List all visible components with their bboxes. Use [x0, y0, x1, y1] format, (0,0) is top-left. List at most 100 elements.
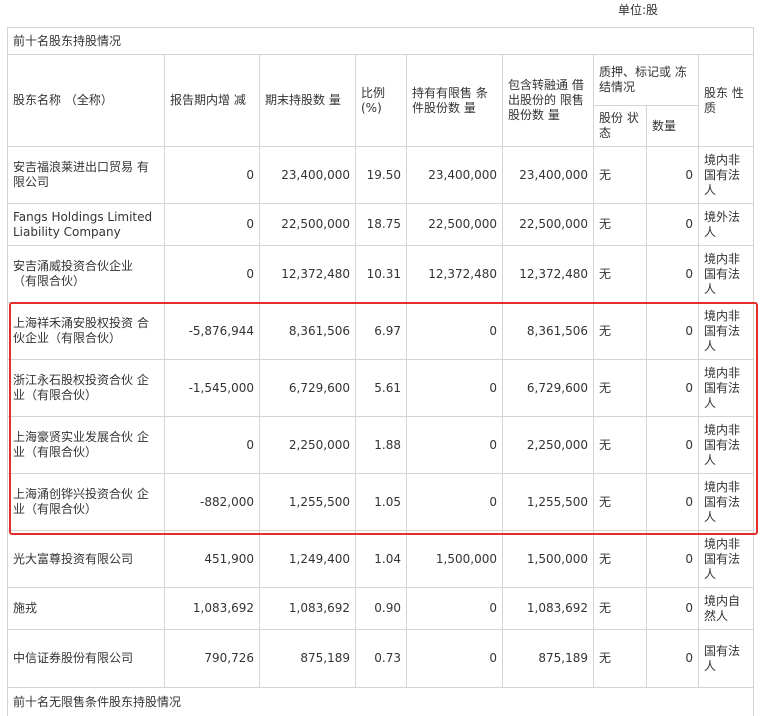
cell-lending: 1,255,500: [503, 474, 594, 531]
header-nature: 股东 性质: [699, 55, 754, 147]
cell-nature: 境内自然人: [699, 588, 754, 630]
cell-end-shares: 2,250,000: [260, 417, 356, 474]
cell-change: 790,726: [165, 630, 260, 688]
cell-qty: 0: [647, 588, 699, 630]
cell-end-shares: 1,255,500: [260, 474, 356, 531]
cell-ratio: 18.75: [356, 204, 407, 246]
cell-end-shares: 12,372,480: [260, 246, 356, 303]
cell-status: 无: [594, 204, 647, 246]
table-body: 安吉福浪莱进出口贸易 有限公司023,400,00019.5023,400,00…: [8, 147, 754, 688]
cell-ratio: 10.31: [356, 246, 407, 303]
cell-nature: 境内非国有法人: [699, 360, 754, 417]
cell-restricted: 22,500,000: [407, 204, 503, 246]
cell-status: 无: [594, 531, 647, 588]
cell-status: 无: [594, 360, 647, 417]
cell-lending: 1,083,692: [503, 588, 594, 630]
cell-nature: 境内非国有法人: [699, 246, 754, 303]
cell-nature: 境内非国有法人: [699, 417, 754, 474]
cell-name: 安吉福浪莱进出口贸易 有限公司: [8, 147, 165, 204]
cell-nature: 境外法人: [699, 204, 754, 246]
cell-nature: 境内非国有法人: [699, 147, 754, 204]
header-ratio: 比例 (%): [356, 55, 407, 147]
header-restricted: 持有有限售 条件股份数 量: [407, 55, 503, 147]
table-row: Fangs Holdings Limited Liability Company…: [8, 204, 754, 246]
cell-nature: 境内非国有法人: [699, 303, 754, 360]
table-row: 中信证券股份有限公司790,726875,1890.730875,189无0国有…: [8, 630, 754, 688]
cell-name: Fangs Holdings Limited Liability Company: [8, 204, 165, 246]
cell-lending: 6,729,600: [503, 360, 594, 417]
cell-name: 施戎: [8, 588, 165, 630]
table-row: 光大富尊投资有限公司451,9001,249,4001.041,500,0001…: [8, 531, 754, 588]
header-pledge-status: 股份 状态: [594, 106, 647, 147]
cell-nature: 国有法人: [699, 630, 754, 688]
cell-qty: 0: [647, 204, 699, 246]
cell-lending: 875,189: [503, 630, 594, 688]
table-row: 上海豪贤实业发展合伙 企业（有限合伙）02,250,0001.8802,250,…: [8, 417, 754, 474]
header-lending: 包含转融通 借出股份的 限售股份数 量: [503, 55, 594, 147]
cell-ratio: 0.90: [356, 588, 407, 630]
cell-restricted: 0: [407, 303, 503, 360]
cell-qty: 0: [647, 630, 699, 688]
cell-qty: 0: [647, 417, 699, 474]
cell-ratio: 5.61: [356, 360, 407, 417]
cell-nature: 境内非国有法人: [699, 531, 754, 588]
cell-change: 0: [165, 204, 260, 246]
table-row: 安吉福浪莱进出口贸易 有限公司023,400,00019.5023,400,00…: [8, 147, 754, 204]
cell-name: 上海涌创铧兴投资合伙 企业（有限合伙）: [8, 474, 165, 531]
cell-restricted: 0: [407, 417, 503, 474]
table-row: 上海祥禾涌安股权投资 合伙企业（有限合伙）-5,876,9448,361,506…: [8, 303, 754, 360]
cell-lending: 23,400,000: [503, 147, 594, 204]
cell-restricted: 23,400,000: [407, 147, 503, 204]
cell-qty: 0: [647, 303, 699, 360]
cell-change: -882,000: [165, 474, 260, 531]
cell-status: 无: [594, 147, 647, 204]
cell-change: 1,083,692: [165, 588, 260, 630]
cell-qty: 0: [647, 474, 699, 531]
cell-change: -1,545,000: [165, 360, 260, 417]
header-end-shares: 期末持股数 量: [260, 55, 356, 147]
cell-name: 安吉涌威投资合伙企业 （有限合伙）: [8, 246, 165, 303]
cell-status: 无: [594, 630, 647, 688]
cell-end-shares: 23,400,000: [260, 147, 356, 204]
cell-change: 451,900: [165, 531, 260, 588]
cell-ratio: 1.05: [356, 474, 407, 531]
cell-end-shares: 1,083,692: [260, 588, 356, 630]
cell-restricted: 1,500,000: [407, 531, 503, 588]
shareholder-table: 前十名股东持股情况 股东名称 （全称） 报告期内增 减 期末持股数 量 比例 (…: [7, 27, 754, 716]
next-section-title: 前十名无限售条件股东持股情况: [8, 688, 754, 716]
cell-lending: 8,361,506: [503, 303, 594, 360]
cell-restricted: 0: [407, 360, 503, 417]
cell-change: 0: [165, 246, 260, 303]
cell-change: 0: [165, 417, 260, 474]
cell-ratio: 6.97: [356, 303, 407, 360]
cell-change: -5,876,944: [165, 303, 260, 360]
cell-lending: 12,372,480: [503, 246, 594, 303]
cell-lending: 22,500,000: [503, 204, 594, 246]
cell-change: 0: [165, 147, 260, 204]
cell-restricted: 12,372,480: [407, 246, 503, 303]
cell-status: 无: [594, 246, 647, 303]
cell-name: 光大富尊投资有限公司: [8, 531, 165, 588]
table-row: 浙江永石股权投资合伙 企业（有限合伙）-1,545,000 6,729,600 5.…: [8, 360, 754, 417]
header-name: 股东名称 （全称）: [8, 55, 165, 147]
cell-end-shares: 1,249,400: [260, 531, 356, 588]
cell-lending: 2,250,000: [503, 417, 594, 474]
cell-name: 上海豪贤实业发展合伙 企业（有限合伙）: [8, 417, 165, 474]
table-row: 安吉涌威投资合伙企业 （有限合伙）012,372,48010.3112,372,…: [8, 246, 754, 303]
cell-restricted: 0: [407, 588, 503, 630]
cell-qty: 0: [647, 147, 699, 204]
cell-ratio: 1.04: [356, 531, 407, 588]
cell-status: 无: [594, 303, 647, 360]
header-pledge-qty: 数量: [647, 106, 699, 147]
header-change: 报告期内增 减: [165, 55, 260, 147]
section-title: 前十名股东持股情况: [8, 28, 754, 55]
cell-end-shares: 875,189: [260, 630, 356, 688]
header-pledge-group: 质押、标记或 冻结情况: [594, 55, 699, 106]
cell-end-shares: 8,361,506: [260, 303, 356, 360]
cell-qty: 0: [647, 360, 699, 417]
cell-status: 无: [594, 474, 647, 531]
unit-label: 单位:股: [618, 1, 658, 18]
cell-status: 无: [594, 588, 647, 630]
table-row: 上海涌创铧兴投资合伙 企业（有限合伙）-882,0001,255,5001.05…: [8, 474, 754, 531]
cell-name: 浙江永石股权投资合伙 企业（有限合伙）: [8, 360, 165, 417]
